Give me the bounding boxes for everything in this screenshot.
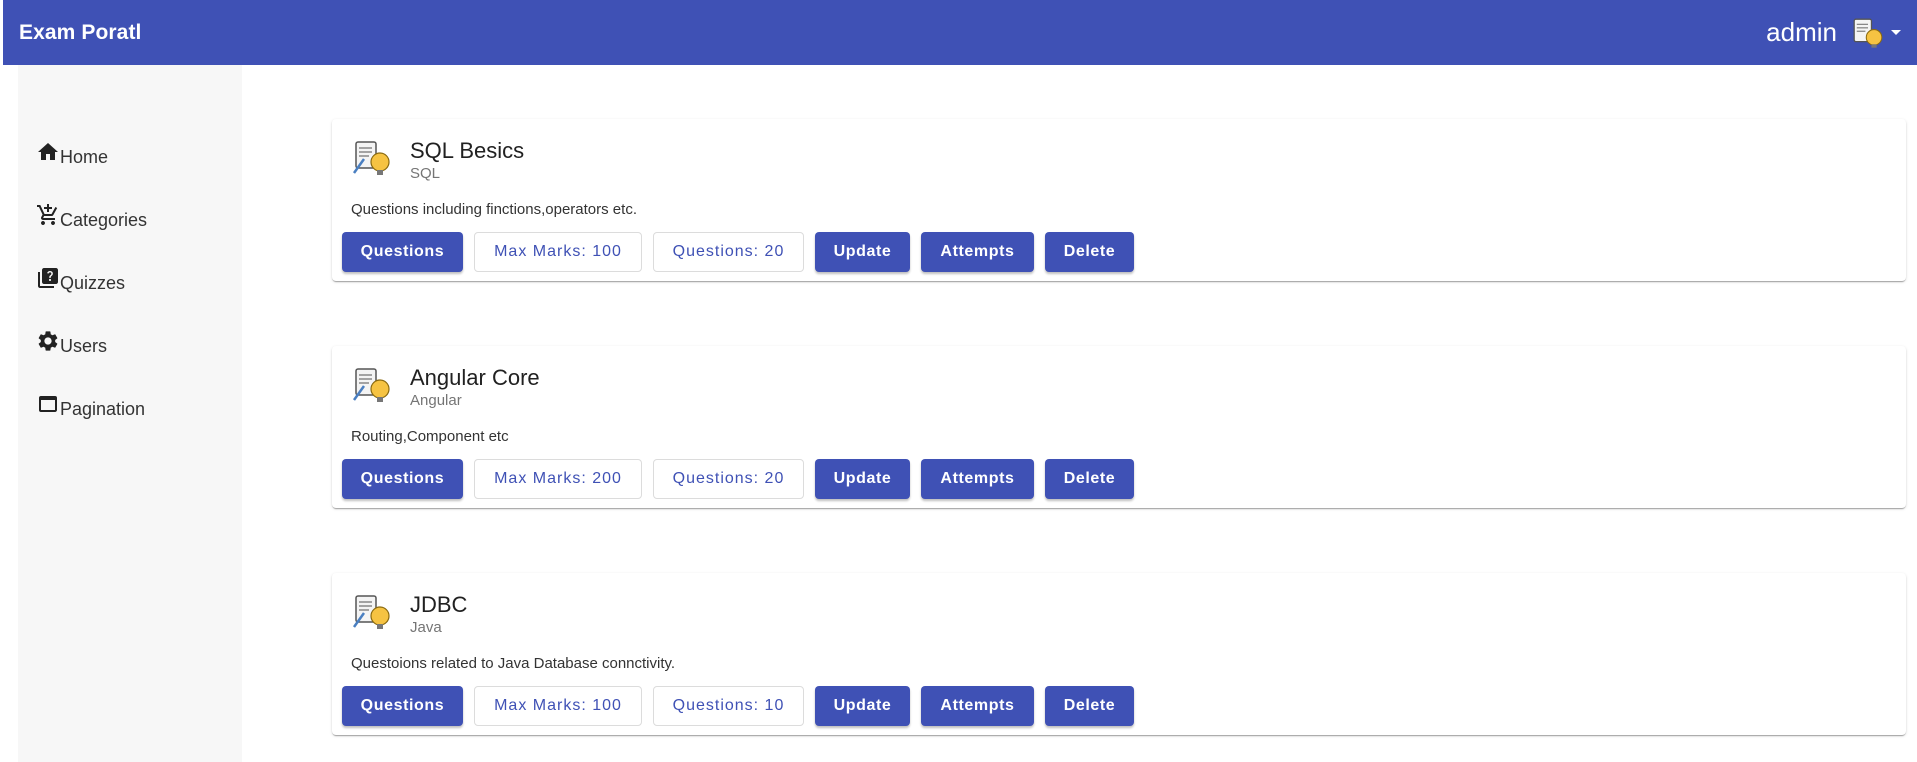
- add-shopping-cart-icon: [36, 203, 60, 227]
- sidebar-item-quizzes[interactable]: Quizzes: [18, 239, 242, 302]
- update-button[interactable]: Update: [815, 232, 910, 272]
- quiz-bulb-icon: [352, 595, 390, 629]
- attempts-button[interactable]: Attempts: [921, 686, 1034, 726]
- question-count-button[interactable]: Questions: 10: [653, 686, 804, 726]
- web-asset-icon: [36, 392, 60, 416]
- user-name[interactable]: admin: [1766, 17, 1837, 48]
- quiz-bulb-icon: [352, 141, 390, 175]
- quiz-category: Java: [410, 619, 442, 636]
- quiz-category: SQL: [410, 165, 441, 182]
- update-button[interactable]: Update: [815, 459, 910, 499]
- quiz-icon: [36, 266, 60, 290]
- home-icon: [36, 140, 60, 164]
- attempts-button[interactable]: Attempts: [921, 459, 1034, 499]
- quiz-description: Questions including finctions,operators …: [351, 201, 637, 218]
- sidebar-item-categories[interactable]: Categories: [18, 176, 242, 239]
- quiz-bulb-avatar-icon[interactable]: [1849, 14, 1887, 52]
- quiz-category: Angular: [410, 392, 462, 409]
- sidebar-item-label: Home: [60, 147, 109, 167]
- quiz-card-header: Angular Core Angular: [350, 364, 540, 411]
- sidebar-item-label: Pagination: [60, 399, 146, 419]
- sidebar-item-label: Users: [60, 336, 108, 356]
- quiz-bulb-icon: [352, 368, 390, 402]
- app-brand[interactable]: Exam Poratl: [19, 21, 142, 45]
- questions-button[interactable]: Questions: [342, 686, 463, 726]
- delete-button[interactable]: Delete: [1045, 459, 1134, 499]
- max-marks-button[interactable]: Max Marks: 100: [474, 232, 642, 272]
- quiz-actions: Questions Max Marks: 100 Questions: 20 U…: [342, 232, 1145, 272]
- sidebar-item-label: Categories: [60, 210, 148, 230]
- quiz-actions: Questions Max Marks: 200 Questions: 20 U…: [342, 459, 1145, 499]
- attempts-button[interactable]: Attempts: [921, 232, 1034, 272]
- quiz-description: Routing,Component etc: [351, 428, 509, 445]
- quiz-card: Angular Core Angular Routing,Component e…: [332, 346, 1906, 508]
- sidebar-item-home[interactable]: Home: [18, 113, 242, 176]
- caret-down-icon[interactable]: [1891, 30, 1901, 35]
- quiz-actions: Questions Max Marks: 100 Questions: 10 U…: [342, 686, 1145, 726]
- quiz-card: JDBC Java Questoions related to Java Dat…: [332, 573, 1906, 735]
- quiz-title: Angular Core: [410, 365, 540, 390]
- sidebar-item-users[interactable]: Users: [18, 302, 242, 365]
- question-count-button[interactable]: Questions: 20: [653, 459, 804, 499]
- quiz-card-header: JDBC Java: [350, 591, 467, 638]
- quiz-title: SQL Besics: [410, 138, 525, 163]
- top-toolbar: Exam Poratl admin: [3, 0, 1917, 65]
- sidebar-item-label: Quizzes: [60, 273, 126, 293]
- gear-icon: [36, 329, 60, 353]
- quiz-card-header: SQL Besics SQL: [350, 137, 524, 184]
- quiz-card: SQL Besics SQL Questions including finct…: [332, 119, 1906, 281]
- update-button[interactable]: Update: [815, 686, 910, 726]
- quiz-title: JDBC: [410, 592, 468, 617]
- question-count-button[interactable]: Questions: 20: [653, 232, 804, 272]
- user-menu[interactable]: admin: [1766, 14, 1901, 52]
- quiz-description: Questoions related to Java Database conn…: [351, 655, 676, 672]
- max-marks-button[interactable]: Max Marks: 100: [474, 686, 642, 726]
- max-marks-button[interactable]: Max Marks: 200: [474, 459, 642, 499]
- sidebar-item-pagination[interactable]: Pagination: [18, 365, 242, 428]
- delete-button[interactable]: Delete: [1045, 686, 1134, 726]
- sidebar: Home Categories Quizzes Users Pagination: [18, 65, 242, 762]
- questions-button[interactable]: Questions: [342, 459, 463, 499]
- questions-button[interactable]: Questions: [342, 232, 463, 272]
- delete-button[interactable]: Delete: [1045, 232, 1134, 272]
